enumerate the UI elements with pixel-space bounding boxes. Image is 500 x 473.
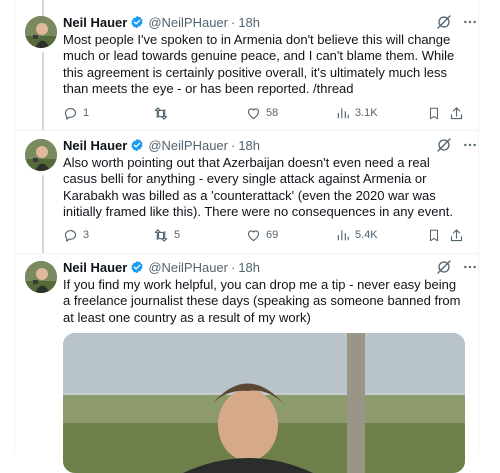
grok-icon[interactable]	[436, 14, 452, 30]
reply-count: 1	[83, 107, 90, 119]
thread-line	[42, 175, 44, 253]
views-count: 3.1K	[355, 107, 378, 119]
bookmark-button[interactable]	[427, 104, 441, 122]
avatar[interactable]	[25, 261, 57, 293]
author-name[interactable]: Neil Hauer	[63, 138, 127, 153]
thread-line	[42, 0, 44, 16]
views-count: 5.4K	[355, 229, 378, 241]
reply-icon	[64, 107, 77, 120]
timestamp[interactable]: 18h	[238, 138, 260, 153]
share-button[interactable]	[449, 226, 464, 244]
avatar-image	[25, 261, 57, 293]
bookmark-icon	[429, 107, 439, 119]
verified-badge-icon	[131, 15, 143, 29]
tweet-text: Also worth pointing out that Azerbaijan …	[63, 155, 453, 219]
author-name[interactable]: Neil Hauer	[63, 15, 127, 30]
timestamp[interactable]: 18h	[238, 15, 260, 30]
verified-badge-icon	[131, 260, 143, 274]
timeline-border-right	[478, 0, 479, 452]
retweet-icon	[154, 228, 168, 242]
more-icon[interactable]	[462, 259, 478, 275]
author-handle[interactable]: @NeilPHauer	[148, 260, 228, 275]
reply-button[interactable]: 1	[63, 104, 89, 122]
tweet-header-icons	[436, 259, 478, 275]
tweet-text: If you find my work helpful, you can dro…	[63, 277, 461, 325]
tweet-header: Neil Hauer @NeilPHauer · 18h	[63, 135, 260, 155]
grok-icon[interactable]	[436, 259, 452, 275]
separator-dot: ·	[230, 14, 236, 30]
thread-line	[42, 52, 44, 130]
retweet-button[interactable]: 5	[153, 226, 180, 244]
reply-icon	[64, 229, 77, 242]
tweet-photo[interactable]	[63, 333, 465, 473]
bookmark-icon	[429, 229, 439, 241]
reply-count: 3	[83, 229, 90, 241]
like-button[interactable]: 69	[246, 226, 278, 244]
tweet-divider	[15, 130, 478, 131]
verified-badge-icon	[131, 138, 143, 152]
avatar-image	[25, 16, 57, 48]
avatar[interactable]	[25, 16, 57, 48]
tweet-text: Most people I've spoken to in Armenia do…	[63, 32, 455, 96]
author-name[interactable]: Neil Hauer	[63, 260, 127, 275]
more-icon[interactable]	[462, 14, 478, 30]
share-icon	[450, 106, 463, 119]
reply-button[interactable]: 3	[63, 226, 89, 244]
views-button[interactable]: 3.1K	[336, 104, 378, 122]
views-button[interactable]: 5.4K	[336, 226, 378, 244]
timeline-border-left	[14, 0, 15, 452]
views-icon	[337, 230, 349, 241]
like-icon	[247, 229, 260, 241]
retweet-count: 5	[174, 229, 181, 241]
retweet-icon	[154, 106, 168, 120]
like-button[interactable]: 58	[246, 104, 278, 122]
share-icon	[450, 228, 463, 241]
grok-icon[interactable]	[436, 137, 452, 153]
tweet-header-icons	[436, 137, 478, 153]
separator-dot: ·	[230, 259, 236, 275]
bookmark-button[interactable]	[427, 226, 441, 244]
tweet-header: Neil Hauer @NeilPHauer · 18h	[63, 257, 260, 277]
author-handle[interactable]: @NeilPHauer	[148, 15, 228, 30]
timestamp[interactable]: 18h	[238, 260, 260, 275]
tweet-actions: 1 58 3.1K	[63, 104, 463, 122]
tweet-header: Neil Hauer @NeilPHauer · 18h	[63, 12, 260, 32]
tweet-header-icons	[436, 14, 478, 30]
more-icon[interactable]	[462, 137, 478, 153]
like-icon	[247, 107, 260, 119]
avatar-image	[25, 139, 57, 171]
retweet-button[interactable]	[153, 104, 174, 122]
like-count: 69	[266, 229, 279, 241]
tweet-divider	[15, 253, 478, 254]
share-button[interactable]	[449, 104, 464, 122]
author-portrait-photo	[63, 333, 465, 473]
avatar[interactable]	[25, 139, 57, 171]
author-handle[interactable]: @NeilPHauer	[148, 138, 228, 153]
separator-dot: ·	[230, 137, 236, 153]
like-count: 58	[266, 107, 279, 119]
views-icon	[337, 108, 349, 119]
tweet-actions: 3 5 69 5.4K	[63, 226, 463, 244]
